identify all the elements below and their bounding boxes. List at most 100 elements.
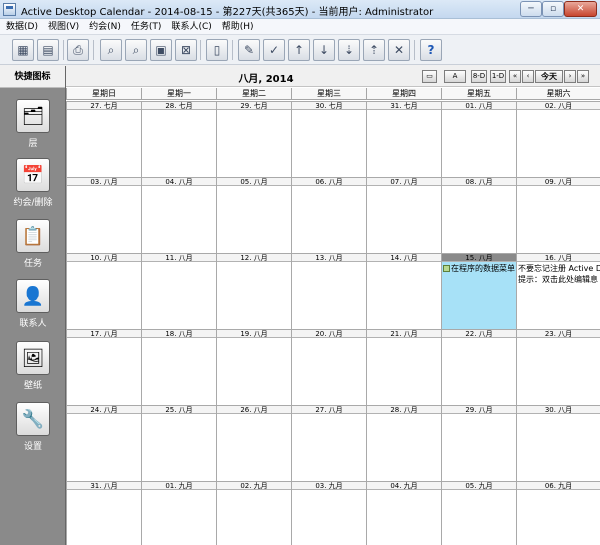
move-bottom-icon[interactable]: ⇣ <box>338 39 360 61</box>
menu-contact[interactable]: 联系人(C) <box>171 19 211 34</box>
sidebar-item-task[interactable]: 📋 任务 <box>0 219 66 269</box>
check-icon[interactable]: ✓ <box>263 39 285 61</box>
day-cell[interactable]: 04. 九月 <box>366 481 441 545</box>
day-cell[interactable]: 25. 八月 <box>141 405 216 481</box>
calendar-icon[interactable]: ▦ <box>12 39 34 61</box>
day-cell[interactable]: 14. 八月 <box>366 253 441 329</box>
close-button[interactable]: ✕ <box>564 1 597 17</box>
minimize-button[interactable]: ─ <box>520 1 542 17</box>
prev-year-button[interactable]: « <box>509 70 521 83</box>
today-button[interactable]: 今天 <box>535 70 563 83</box>
day-cell[interactable]: 17. 八月 <box>66 329 141 405</box>
menu-appointment[interactable]: 约会(N) <box>89 19 121 34</box>
day-cell[interactable]: 24. 八月 <box>66 405 141 481</box>
day-cell[interactable]: 22. 八月 <box>441 329 516 405</box>
month-title: 八月, 2014 <box>238 74 294 85</box>
day-cell[interactable]: 02. 九月 <box>216 481 291 545</box>
day-cell[interactable]: 05. 八月 <box>216 177 291 253</box>
day-cell[interactable]: 02. 八月 <box>516 101 600 177</box>
calendar-alarm-icon[interactable]: ▤ <box>37 39 59 61</box>
day-cell[interactable]: 09. 八月 <box>516 177 600 253</box>
weekday-label: 星期日 <box>66 88 141 100</box>
sidebar-item-layers[interactable]: 🗂 层 <box>0 99 66 149</box>
day-cell[interactable]: 11. 八月 <box>141 253 216 329</box>
day-cell[interactable]: 15. 八月 在程序的数据菜单 <box>441 253 516 329</box>
day-cell[interactable]: 21. 八月 <box>366 329 441 405</box>
day-cell[interactable]: 12. 八月 <box>216 253 291 329</box>
move-down-icon[interactable]: ↓ <box>313 39 335 61</box>
event-item[interactable]: 提示：双击此处编辑息 <box>518 275 598 285</box>
delete-view-icon[interactable]: ⊠ <box>175 39 197 61</box>
notes-icon[interactable]: ▯ <box>206 39 228 61</box>
day-cell[interactable]: 01. 八月 <box>441 101 516 177</box>
sidebar-item-appointment[interactable]: 📅 约会/删除 <box>0 158 66 208</box>
day-number: 06. 八月 <box>292 178 366 186</box>
day-cell[interactable]: 08. 八月 <box>441 177 516 253</box>
day-cell[interactable]: 13. 八月 <box>291 253 366 329</box>
view-1d-button[interactable]: 1-D <box>490 70 506 83</box>
menu-view[interactable]: 视图(V) <box>48 19 79 34</box>
menu-task[interactable]: 任务(T) <box>131 19 162 34</box>
sidebar-item-contact[interactable]: 👤 联系人 <box>0 279 66 329</box>
day-number: 18. 八月 <box>142 330 216 338</box>
day-cell[interactable]: 30. 七月 <box>291 101 366 177</box>
day-cell[interactable]: 23. 八月 <box>516 329 600 405</box>
day-number: 22. 八月 <box>442 330 516 338</box>
day-cell[interactable]: 27. 八月 <box>291 405 366 481</box>
day-cell[interactable]: 27. 七月 <box>66 101 141 177</box>
day-number: 03. 九月 <box>292 482 366 490</box>
help-icon[interactable]: ? <box>420 39 442 61</box>
event-text: 在程序的数据菜单 <box>451 264 515 273</box>
day-cell[interactable]: 01. 九月 <box>141 481 216 545</box>
day-cell[interactable]: 04. 八月 <box>141 177 216 253</box>
sidebar-item-settings[interactable]: 🔧 设置 <box>0 402 66 452</box>
sidebar: 快捷图标 🗂 层 📅 约会/删除 📋 任务 👤 联系人 🖼 壁纸 🔧 设置 <box>0 66 66 545</box>
sidebar-item-wallpaper[interactable]: 🖼 壁纸 <box>0 341 66 391</box>
move-up-icon[interactable]: ↑ <box>288 39 310 61</box>
view-a-button[interactable]: A <box>444 70 466 83</box>
find-next-icon[interactable]: ⌕ <box>125 39 147 61</box>
calendar-view: 八月, 2014 ▭ A 8-D 1-D « ‹ 今天 › » 星期日 星期一 … <box>66 66 600 545</box>
week-row: 10. 八月 11. 八月 12. 八月 13. 八月 14. 八月 15. 八月 在程序的… <box>66 253 600 329</box>
menu-help[interactable]: 帮助(H) <box>222 19 254 34</box>
day-cell[interactable]: 29. 八月 <box>441 405 516 481</box>
day-cell[interactable]: 07. 八月 <box>366 177 441 253</box>
week-row: 24. 八月 25. 八月 26. 八月 27. 八月 28. 八月 29. 八月 30. … <box>66 405 600 481</box>
prev-month-button[interactable]: ‹ <box>522 70 534 83</box>
next-year-button[interactable]: » <box>577 70 589 83</box>
print-icon[interactable]: ⎙ <box>67 39 89 61</box>
day-number: 27. 八月 <box>292 406 366 414</box>
day-cell[interactable]: 06. 八月 <box>291 177 366 253</box>
day-cell[interactable]: 10. 八月 <box>66 253 141 329</box>
day-cell[interactable]: 28. 七月 <box>141 101 216 177</box>
view-8d-button[interactable]: 8-D <box>471 70 487 83</box>
find-icon[interactable]: ⌕ <box>100 39 122 61</box>
day-cell[interactable]: 16. 八月 不要忘记注册 Active D 提示：双击此处编辑息 <box>516 253 600 329</box>
day-number: 30. 七月 <box>292 102 366 110</box>
view-icon[interactable]: ▣ <box>150 39 172 61</box>
view-month-button[interactable]: ▭ <box>422 70 437 83</box>
day-cell[interactable]: 03. 九月 <box>291 481 366 545</box>
day-cell[interactable]: 30. 八月 <box>516 405 600 481</box>
day-number: 02. 九月 <box>217 482 291 490</box>
day-cell[interactable]: 28. 八月 <box>366 405 441 481</box>
day-cell[interactable]: 03. 八月 <box>66 177 141 253</box>
day-cell[interactable]: 31. 八月 <box>66 481 141 545</box>
event-item[interactable]: 在程序的数据菜单 <box>443 264 515 274</box>
clear-icon[interactable]: ✕ <box>388 39 410 61</box>
day-cell[interactable]: 31. 七月 <box>366 101 441 177</box>
edit-icon[interactable]: ✎ <box>238 39 260 61</box>
day-cell[interactable]: 06. 九月 <box>516 481 600 545</box>
day-cell[interactable]: 29. 七月 <box>216 101 291 177</box>
maximize-button[interactable]: ▫ <box>542 1 564 17</box>
next-month-button[interactable]: › <box>564 70 576 83</box>
menu-data[interactable]: 数据(D) <box>6 19 38 34</box>
day-cell[interactable]: 20. 八月 <box>291 329 366 405</box>
day-cell[interactable]: 19. 八月 <box>216 329 291 405</box>
event-item[interactable]: 不要忘记注册 Active D <box>518 264 600 274</box>
day-cell[interactable]: 05. 九月 <box>441 481 516 545</box>
layers-icon: 🗂 <box>16 99 50 133</box>
move-top-icon[interactable]: ⇡ <box>363 39 385 61</box>
day-cell[interactable]: 26. 八月 <box>216 405 291 481</box>
day-cell[interactable]: 18. 八月 <box>141 329 216 405</box>
